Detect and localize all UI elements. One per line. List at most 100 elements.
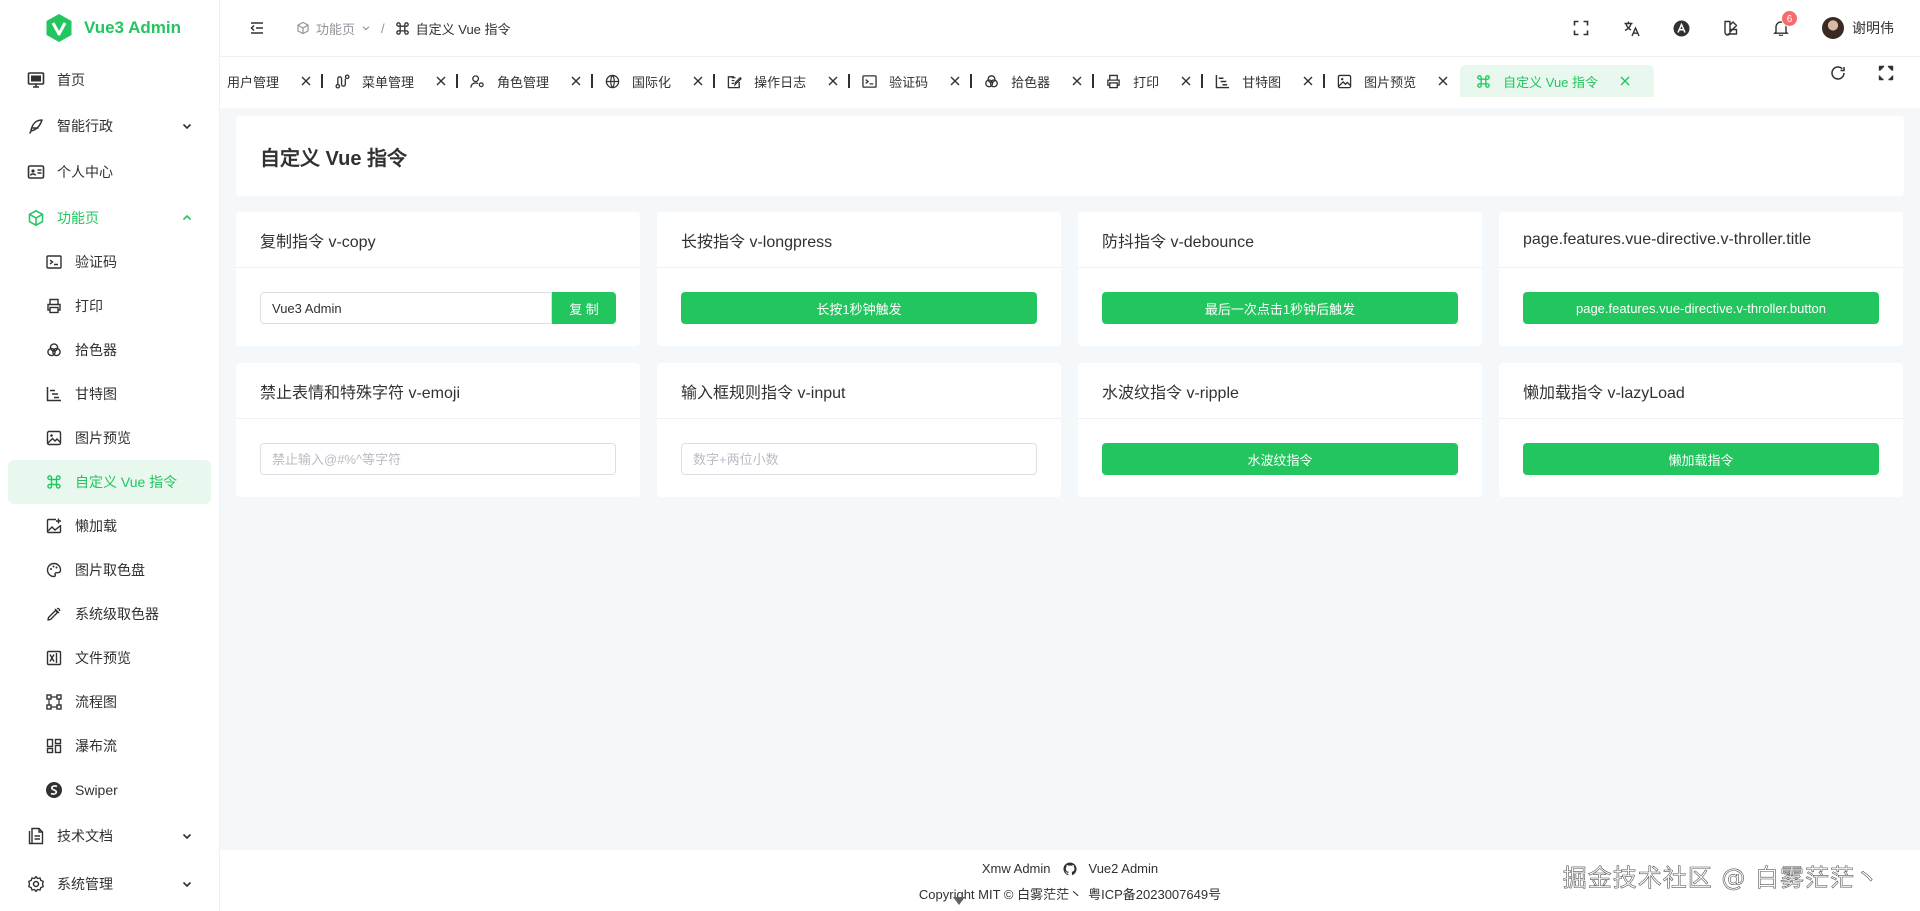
tab-label: 图片预览 [1364, 74, 1417, 90]
card-title: 输入框规则指令 v-input [657, 363, 1061, 419]
id-card-icon [27, 163, 45, 181]
ripple-button[interactable]: 水波纹指令 [1102, 443, 1458, 475]
fullscreen-button[interactable] [1572, 19, 1590, 37]
sidebar-item-gantt[interactable]: 甘特图 [0, 372, 219, 416]
layout-grid-icon [45, 737, 63, 755]
sidebar-item-system-picker[interactable]: 系统级取色器 [0, 592, 219, 636]
sidebar-item-features[interactable]: 功能页 [0, 196, 219, 240]
layout-settings-button[interactable] [1722, 19, 1740, 37]
sidebar-item-lazyload[interactable]: 懒加载 [0, 504, 219, 548]
close-icon[interactable] [1438, 76, 1448, 86]
tab-strip: 用户管理 菜单管理 角色管理 国际化 操作日志 验证码 拾色器 打印 甘特图 图… [227, 65, 1655, 97]
tab-menu-management[interactable]: 菜单管理 [323, 65, 459, 97]
close-icon[interactable] [1072, 76, 1082, 86]
tab-user-management[interactable]: 用户管理 [227, 65, 324, 97]
tab-role-management[interactable]: 角色管理 [458, 65, 594, 97]
close-icon[interactable] [1181, 76, 1191, 86]
sidebar-item-home[interactable]: 首页 [0, 56, 219, 104]
copy-button[interactable]: 复 制 [552, 292, 616, 324]
copy-input[interactable] [260, 292, 552, 324]
notification-button[interactable]: 6 [1772, 10, 1798, 37]
sidebar-item-system[interactable]: 系统管理 [0, 860, 219, 908]
card-v-emoji: 禁止表情和特殊字符 v-emoji [236, 363, 640, 497]
sidebar-item-label: 流程图 [75, 694, 117, 710]
close-icon[interactable] [301, 76, 311, 86]
sidebar-item-label: 文件预览 [75, 650, 131, 666]
refresh-icon[interactable] [1830, 65, 1846, 81]
footer-link-vue2[interactable]: Vue2 Admin [1089, 861, 1159, 876]
sidebar-item-flowchart[interactable]: 流程图 [0, 680, 219, 724]
tab-label: 菜单管理 [362, 74, 415, 90]
close-icon[interactable] [693, 76, 703, 86]
swatch-book-icon [1724, 20, 1738, 36]
emoji-input[interactable] [260, 443, 616, 475]
top-header: 功能页 / 自定义 Vue 指令 6 谢明伟 [220, 0, 1920, 56]
sidebar-item-file-preview[interactable]: 文件预览 [0, 636, 219, 680]
translate-icon [1624, 21, 1640, 36]
sidebar-item-label: 首页 [57, 72, 85, 88]
maximize-icon[interactable] [1878, 65, 1894, 81]
breadcrumb-current-label: 自定义 Vue 指令 [415, 21, 511, 37]
sidebar-item-admin[interactable]: 智能行政 [0, 104, 219, 148]
breadcrumb-parent[interactable]: 功能页 [316, 19, 355, 38]
tabs-bar: 用户管理 菜单管理 角色管理 国际化 操作日志 验证码 拾色器 打印 甘特图 图… [220, 56, 1920, 108]
sidebar-item-label: 自定义 Vue 指令 [75, 474, 178, 490]
tab-vue-directive[interactable]: 自定义 Vue 指令 [1460, 65, 1655, 97]
sidebar-item-vue-directive[interactable]: 自定义 Vue 指令 [8, 460, 211, 504]
sidebar-item-label: 打印 [75, 298, 103, 314]
close-icon[interactable] [1303, 76, 1313, 86]
tab-print[interactable]: 打印 [1094, 65, 1204, 97]
sidebar-item-image-preview[interactable]: 图片预览 [0, 416, 219, 460]
sidebar-item-docs[interactable]: 技术文档 [0, 812, 219, 860]
tab-i18n[interactable]: 国际化 [593, 65, 716, 97]
debounce-button[interactable]: 最后一次点击1秒钟后触发 [1102, 292, 1458, 324]
directive-cards: 复制指令 v-copy 复 制 长按指令 v-longpress 长按1秒钟触发… [236, 212, 1904, 497]
sidebar-item-label: 懒加载 [75, 518, 117, 534]
close-icon[interactable] [436, 76, 446, 86]
number-input[interactable] [681, 443, 1037, 475]
language-button[interactable] [1622, 19, 1640, 37]
chevron-down-icon [182, 833, 192, 840]
watermark: 掘金技术社区 @ 白雾茫茫丶 [1562, 864, 1880, 893]
card-v-input: 输入框规则指令 v-input [657, 363, 1061, 497]
theme-a-icon [1673, 20, 1689, 36]
sidebar-item-label: 功能页 [57, 210, 99, 226]
icp-link[interactable]: 粤ICP备2023007649号 [1088, 884, 1221, 903]
close-icon[interactable] [1620, 76, 1630, 86]
sidebar-item-profile[interactable]: 个人中心 [0, 148, 219, 196]
menu-fold-icon[interactable] [248, 19, 266, 37]
close-icon[interactable] [828, 76, 838, 86]
chevron-down-icon [182, 123, 192, 130]
terminal-icon [45, 253, 63, 271]
lazyload-button[interactable]: 懒加载指令 [1523, 443, 1879, 475]
github-icon[interactable] [1062, 861, 1077, 876]
footer-link-xmw[interactable]: Xmw Admin [982, 861, 1051, 876]
theme-button[interactable] [1672, 19, 1690, 37]
scroll-down-icon[interactable] [952, 896, 966, 906]
close-icon[interactable] [950, 76, 960, 86]
sidebar-item-captcha[interactable]: 验证码 [0, 240, 219, 284]
logo[interactable]: Vue3 Admin [0, 0, 219, 56]
breadcrumb-separator: / [381, 20, 385, 36]
sidebar-item-color-picker[interactable]: 拾色器 [0, 328, 219, 372]
sidebar-item-image-palette[interactable]: 图片取色盘 [0, 548, 219, 592]
user-menu[interactable]: 谢明伟 [1822, 17, 1894, 39]
longpress-button[interactable]: 长按1秒钟触发 [681, 292, 1037, 324]
tab-operation-log[interactable]: 操作日志 [715, 65, 851, 97]
throttle-button[interactable]: page.features.vue-directive.v-throller.b… [1523, 292, 1879, 324]
card-v-ripple: 水波纹指令 v-ripple 水波纹指令 [1078, 363, 1482, 497]
palette-circles-icon [45, 341, 63, 359]
card-title: 懒加载指令 v-lazyLoad [1499, 363, 1903, 419]
sidebar-item-print[interactable]: 打印 [0, 284, 219, 328]
tab-image-preview[interactable]: 图片预览 [1325, 65, 1460, 97]
tab-gantt[interactable]: 甘特图 [1203, 65, 1326, 97]
excel-icon [45, 649, 63, 667]
tab-color-picker[interactable]: 拾色器 [972, 65, 1095, 97]
sidebar-item-waterfall[interactable]: 瀑布流 [0, 724, 219, 768]
card-v-copy: 复制指令 v-copy 复 制 [236, 212, 640, 346]
close-icon[interactable] [571, 76, 581, 86]
sidebar-menu: 首页 智能行政 个人中心 功能页 [0, 56, 219, 240]
user-name: 谢明伟 [1852, 20, 1894, 36]
tab-captcha[interactable]: 验证码 [850, 65, 973, 97]
sidebar-item-swiper[interactable]: Swiper [0, 768, 219, 812]
